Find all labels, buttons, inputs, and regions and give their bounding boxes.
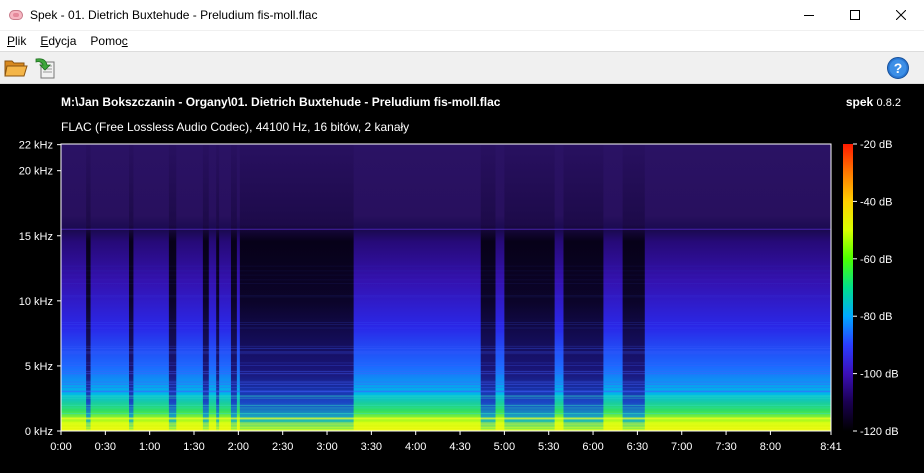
x-tick-label: 6:30 xyxy=(627,441,648,453)
x-tick-label: 0:00 xyxy=(50,441,71,453)
quiet-section xyxy=(563,144,604,431)
colorbar-tick-label: -120 dB xyxy=(860,426,899,438)
menu-pomoc[interactable]: Pomoc xyxy=(83,34,134,48)
y-tick-label: 20 kHz xyxy=(19,166,53,178)
menu-plik[interactable]: Plik xyxy=(0,34,33,48)
x-tick-label: 2:00 xyxy=(228,441,249,453)
colorbar: -20 dB -40 dB -60 dB -80 dB -100 dB -120 dB xyxy=(843,139,899,438)
save-image-button[interactable] xyxy=(34,56,58,80)
x-tick-label: 4:30 xyxy=(449,441,470,453)
quiet-section xyxy=(230,144,237,431)
x-tick-label: 3:30 xyxy=(361,441,382,453)
menu-edycja[interactable]: Edycja xyxy=(33,34,83,48)
open-file-button[interactable] xyxy=(4,56,28,80)
y-tick-label: 5 kHz xyxy=(25,361,53,373)
x-tick-label: 4:00 xyxy=(405,441,426,453)
title-bar[interactable]: Spek - 01. Dietrich Buxtehude - Preludiu… xyxy=(0,0,924,31)
maximize-button[interactable] xyxy=(832,0,878,31)
save-image-icon xyxy=(35,58,55,79)
quiet-section xyxy=(239,144,354,431)
menu-pomoc-label: Pomo xyxy=(90,34,122,48)
help-icon: ? xyxy=(887,57,909,79)
colorbar-tick-label: -20 dB xyxy=(860,139,892,151)
menu-plik-mnemonic: P xyxy=(7,34,16,48)
quiet-section xyxy=(622,144,645,431)
quiet-section xyxy=(480,144,496,431)
x-tick-label: 7:00 xyxy=(671,441,692,453)
colorbar-scale xyxy=(843,144,853,431)
folder-open-icon xyxy=(4,60,28,77)
quiet-section xyxy=(216,144,220,431)
spectrogram-chart: 0 kHz 5 kHz 10 kHz 15 kHz 20 kHz 22 kHz 0:00 0:… xyxy=(19,139,899,453)
menu-edycja-label: dycja xyxy=(48,34,77,48)
close-icon xyxy=(896,10,906,20)
x-tick-label: 6:00 xyxy=(582,441,603,453)
y-tick-label: 0 kHz xyxy=(25,426,53,438)
spectrogram-panel: M:\Jan Bokszczanin - Organy\01. Dietrich… xyxy=(0,84,924,473)
spek-pig-icon xyxy=(8,7,24,23)
window-title: Spek - 01. Dietrich Buxtehude - Preludiu… xyxy=(30,8,318,22)
maximize-icon xyxy=(850,10,860,20)
menu-plik-label: lik xyxy=(15,34,27,48)
toolbar: ? xyxy=(0,51,924,84)
minimize-button[interactable] xyxy=(786,0,832,31)
x-tick-label: 1:00 xyxy=(139,441,160,453)
colorbar-tick-label: -80 dB xyxy=(860,311,892,323)
y-tick-label: 15 kHz xyxy=(19,231,53,243)
colorbar-tick-label: -60 dB xyxy=(860,254,892,266)
spectrogram-image xyxy=(61,144,831,431)
x-tick-label: 1:30 xyxy=(183,441,204,453)
x-tick-label: 8:41 xyxy=(820,441,841,453)
menu-bar: Plik Edycja Pomoc xyxy=(0,31,924,51)
quiet-section xyxy=(504,144,555,431)
x-tick-label: 3:00 xyxy=(316,441,337,453)
quiet-section xyxy=(128,144,134,431)
y-tick-label: 10 kHz xyxy=(19,296,53,308)
quiet-section xyxy=(202,144,209,431)
x-tick-label: 7:30 xyxy=(715,441,736,453)
x-tick-label: 2:30 xyxy=(272,441,293,453)
svg-text:?: ? xyxy=(894,60,903,76)
x-tick-label: 5:00 xyxy=(494,441,515,453)
menu-pomoc-mnemonic: c xyxy=(121,34,128,48)
y-tick-label: 22 kHz xyxy=(19,140,53,152)
minimize-icon xyxy=(804,15,814,16)
spectrogram-plot xyxy=(60,143,832,432)
x-tick-label: 8:00 xyxy=(760,441,781,453)
quiet-section xyxy=(86,144,91,431)
close-button[interactable] xyxy=(878,0,924,31)
colorbar-tick-label: -100 dB xyxy=(860,369,899,381)
colorbar-tick-label: -40 dB xyxy=(860,196,892,208)
x-tick-label: 0:30 xyxy=(95,441,116,453)
x-tick-label: 5:30 xyxy=(538,441,559,453)
quiet-section xyxy=(168,144,177,431)
help-button[interactable]: ? xyxy=(886,56,910,80)
